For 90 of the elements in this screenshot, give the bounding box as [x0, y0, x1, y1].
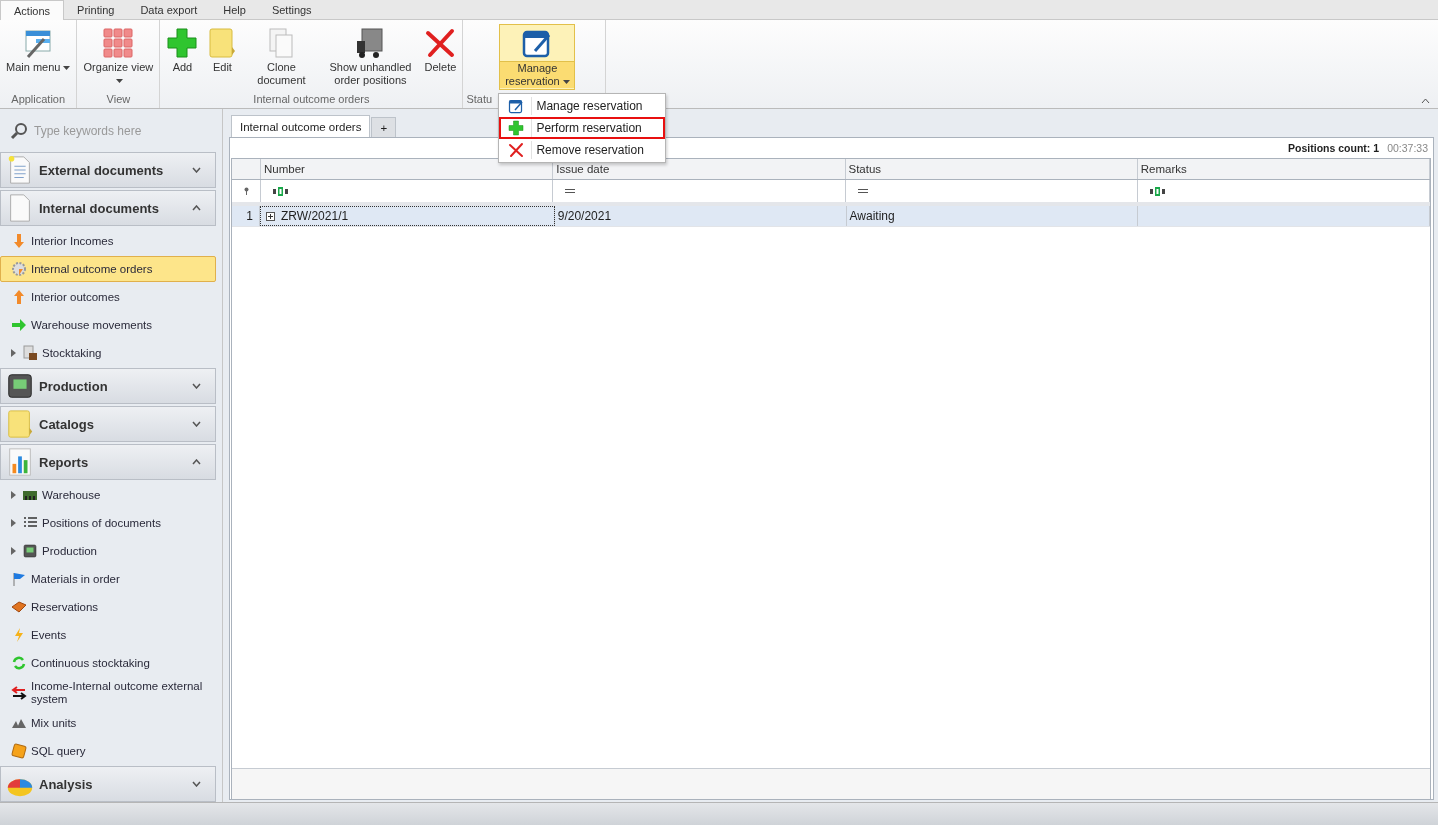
ribbon-tab[interactable]: Settings — [258, 0, 325, 20]
search-field[interactable]: Type keywords here — [32, 122, 196, 139]
table-cell: 9/20/2021 — [557, 209, 612, 223]
ribbon-button[interactable]: Clone document — [242, 23, 321, 89]
group-label: Application — [10, 92, 67, 107]
ribbon-button[interactable]: Organize view — [79, 23, 158, 89]
chevron-down-icon — [192, 383, 201, 389]
nav-item[interactable]: Events — [0, 622, 216, 648]
ribbon-button[interactable]: Edit — [202, 23, 243, 89]
section-header[interactable]: Analysis — [0, 766, 216, 802]
refresh-icon — [11, 655, 27, 671]
ribbon-tab[interactable]: Printing — [64, 0, 128, 20]
column-header[interactable]: Status — [845, 159, 1138, 179]
table-cell: ZRW/2021/1 — [281, 209, 349, 223]
machine-icon — [22, 543, 38, 559]
section-header[interactable]: Internal documents — [0, 190, 216, 226]
chevron-down-icon — [192, 781, 201, 787]
ribbon-button[interactable]: Show unhandled order positions — [320, 23, 421, 89]
flag-icon — [11, 571, 27, 587]
search-icon — [10, 121, 28, 140]
column-header[interactable]: Remarks — [1137, 159, 1430, 179]
document-tab[interactable]: Internal outcome orders — [231, 115, 371, 137]
nav-item[interactable]: Income-Internal outcome external system — [0, 678, 216, 708]
document-tab[interactable]: + — [371, 117, 397, 137]
column-header[interactable]: Issue date — [553, 159, 846, 179]
menu-item-label: Remove reservation — [535, 143, 644, 157]
database-icon — [11, 743, 27, 759]
text-filter-icon — [273, 186, 288, 196]
nav-item[interactable]: Reservations — [0, 594, 216, 620]
collapse-icon[interactable] — [1421, 98, 1430, 104]
section-header[interactable]: Production — [0, 368, 216, 404]
down-arrow-icon — [11, 233, 27, 249]
menu-item[interactable]: Perform reservation — [499, 117, 666, 139]
swap-arrows-icon — [11, 685, 27, 701]
menu-item-label: Manage reservation — [535, 99, 643, 113]
menu-item-label: Perform reservation — [535, 121, 642, 135]
ribbon-tab[interactable]: Help — [210, 0, 259, 20]
ribbon-button[interactable]: Delete — [420, 23, 461, 89]
nav-item[interactable]: Continuous stocktaking — [0, 650, 216, 676]
chevron-up-icon — [192, 459, 201, 465]
nav-item[interactable]: Production — [0, 538, 216, 564]
expand-icon[interactable] — [266, 211, 275, 221]
section-header[interactable]: External documents — [0, 152, 216, 188]
gear-icon — [11, 261, 27, 277]
nav-item[interactable]: SQL query — [0, 738, 216, 764]
equals-filter-icon — [565, 189, 576, 193]
equals-filter-icon — [857, 189, 868, 193]
menu-item[interactable]: Manage reservation — [499, 95, 666, 117]
grid-icon — [102, 27, 135, 59]
folder-icon — [5, 409, 35, 439]
tag-icon — [11, 599, 27, 615]
delete-icon — [424, 27, 457, 59]
nav-item[interactable]: Interior Incomes — [0, 228, 216, 254]
nav-item[interactable]: Positions of documents — [0, 510, 216, 536]
elapsed-time: 00:37:33 — [1387, 142, 1428, 154]
section-header[interactable]: Catalogs — [0, 406, 216, 442]
nav-item[interactable]: Mix units — [0, 710, 216, 736]
row-number: 1 — [232, 206, 260, 226]
up-arrow-icon — [11, 289, 27, 305]
group-label: View — [105, 92, 132, 107]
pin-icon — [243, 187, 249, 195]
chevron-down-icon — [192, 167, 201, 173]
plus-icon — [166, 27, 199, 59]
clipboard-icon — [22, 345, 38, 361]
nav-item[interactable]: Stocktaking — [0, 340, 216, 366]
ribbon-tab[interactable]: Actions — [0, 0, 65, 20]
calendar-icon — [508, 98, 525, 114]
nav-item[interactable]: Internal outcome orders — [0, 256, 216, 282]
text-filter-icon — [1149, 186, 1165, 196]
menu-item[interactable]: Remove reservation — [499, 139, 666, 161]
nav-item[interactable]: Warehouse movements — [0, 312, 216, 338]
ribbon-button[interactable]: Add — [162, 23, 203, 89]
ribbon-button[interactable]: Main menu — [2, 23, 75, 89]
nav-item[interactable]: Materials in order — [0, 566, 216, 592]
group-label: Statu — [466, 92, 493, 107]
nav-item[interactable]: Interior outcomes — [0, 284, 216, 310]
machine-icon — [5, 371, 35, 401]
group-label: Internal outcome orders — [252, 92, 371, 107]
chevron-down-icon — [192, 421, 201, 427]
column-header[interactable]: Number — [261, 159, 554, 179]
nav-item[interactable]: Warehouse — [0, 482, 216, 508]
section-header[interactable]: Reports — [0, 444, 216, 480]
ribbon-button[interactable]: Manage reservation — [499, 24, 576, 90]
ribbon-tab[interactable]: Data export — [127, 0, 211, 20]
plus-icon — [508, 120, 525, 136]
right-arrow-icon — [11, 317, 27, 333]
table-cell: Awaiting — [849, 209, 895, 223]
positions-count: Positions count: 1 — [1288, 142, 1380, 154]
delete-icon — [508, 142, 525, 158]
chevron-up-icon — [192, 205, 201, 211]
